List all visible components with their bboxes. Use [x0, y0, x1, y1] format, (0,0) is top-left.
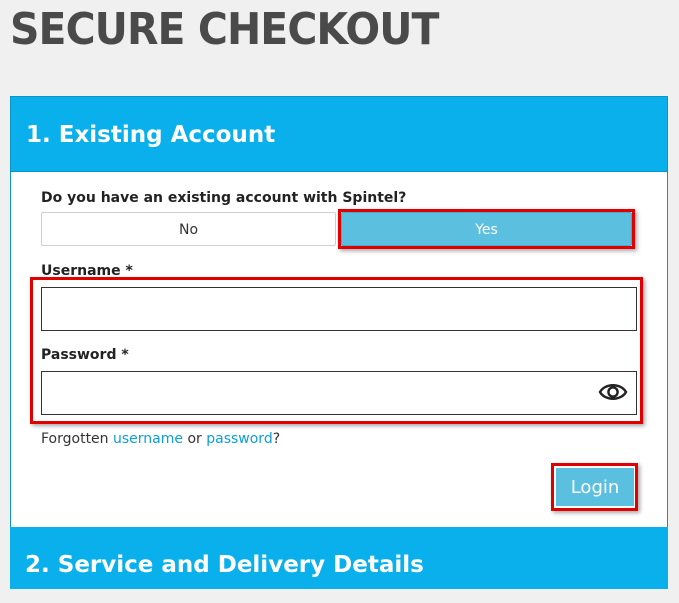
- password-input[interactable]: [41, 371, 637, 415]
- forgot-or: or: [183, 431, 207, 447]
- forgot-prefix: Forgotten: [41, 431, 113, 447]
- username-label: Username *: [41, 263, 133, 279]
- page-title: SECURE CHECKOUT: [10, 4, 439, 55]
- toggle-no-button[interactable]: No: [41, 212, 336, 246]
- forgot-password-link[interactable]: password: [206, 431, 272, 447]
- forgot-suffix: ?: [272, 431, 281, 447]
- account-question: Do you have an existing account with Spi…: [41, 190, 407, 206]
- username-input[interactable]: [41, 287, 637, 331]
- login-button[interactable]: Login: [556, 468, 634, 506]
- forgot-credentials-text: Forgotten username or password?: [41, 431, 280, 447]
- forgot-username-link[interactable]: username: [113, 431, 183, 447]
- section-existing-account-header[interactable]: 1. Existing Account: [10, 96, 668, 172]
- section-service-delivery-header[interactable]: 2. Service and Delivery Details: [10, 527, 668, 589]
- password-label: Password *: [41, 347, 129, 363]
- eye-icon[interactable]: [598, 380, 628, 404]
- toggle-yes-button[interactable]: Yes: [341, 212, 632, 246]
